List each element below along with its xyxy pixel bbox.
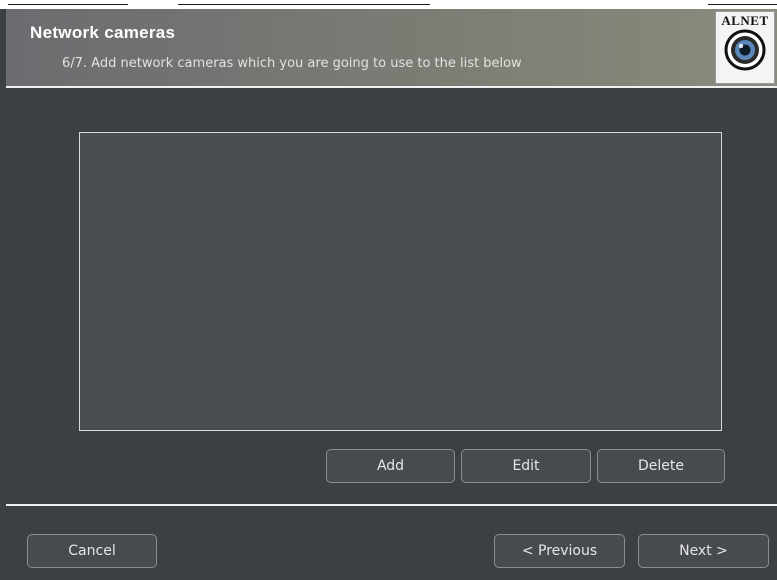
delete-camera-button[interactable]: Delete	[597, 449, 725, 483]
top-border-segment	[178, 4, 430, 5]
brand-logo: ALNET	[715, 11, 775, 84]
logo-text: ALNET	[721, 13, 769, 28]
add-camera-button[interactable]: Add	[326, 449, 455, 483]
header-divider	[6, 86, 777, 88]
page-title: Network cameras	[30, 23, 176, 42]
cancel-button[interactable]: Cancel	[27, 534, 157, 568]
camera-list[interactable]	[79, 132, 722, 431]
camera-lens-icon	[724, 29, 766, 71]
wizard-window: Network cameras 6/7. Add network cameras…	[0, 0, 777, 580]
top-border-segment	[8, 4, 128, 5]
wizard-header: Network cameras 6/7. Add network cameras…	[6, 9, 777, 86]
previous-button[interactable]: < Previous	[494, 534, 625, 568]
window-top-border	[0, 0, 777, 9]
step-description: 6/7. Add network cameras which you are g…	[62, 56, 522, 71]
edit-camera-button[interactable]: Edit	[461, 449, 591, 483]
footer-divider	[6, 504, 777, 506]
top-border-segment	[708, 4, 777, 5]
next-button[interactable]: Next >	[638, 534, 769, 568]
